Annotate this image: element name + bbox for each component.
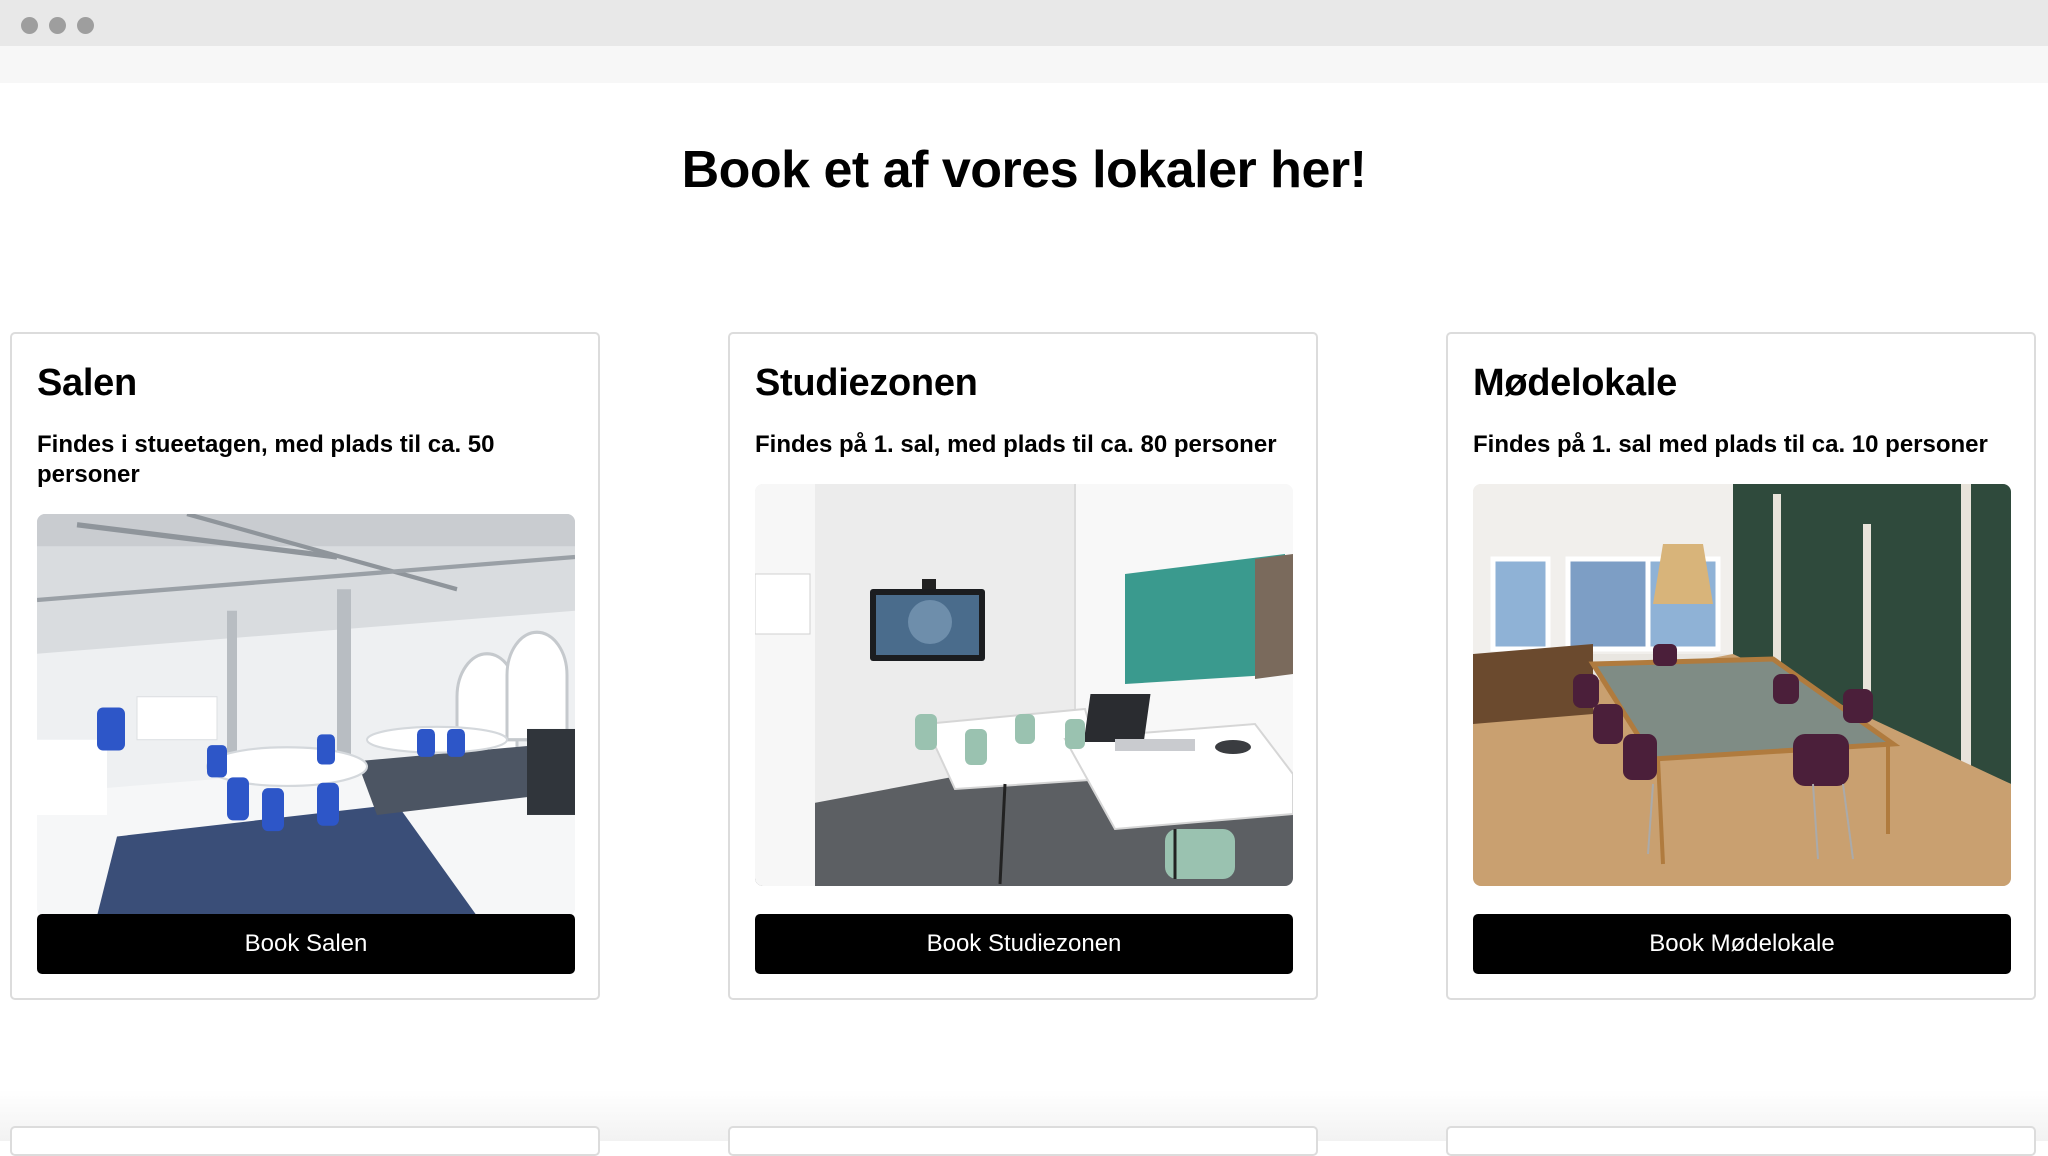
study-room-photo [755,484,1293,886]
close-window-icon[interactable] [21,17,38,34]
book-modelokale-button[interactable]: Book Mødelokale [1473,914,2011,974]
room-card-modelokale: Mødelokale Findes på 1. sal med plads ti… [1446,332,2036,1000]
room-name: Salen [37,362,137,404]
room-card-peek [728,1126,1318,1156]
maximize-window-icon[interactable] [77,17,94,34]
room-card-peek [1446,1126,2036,1156]
room-description: Findes på 1. sal, med plads til ca. 80 p… [755,431,1277,458]
book-salen-button[interactable]: Book Salen [37,914,575,974]
room-card-peek [10,1126,600,1156]
book-studiezonen-button[interactable]: Book Studiezonen [755,914,1293,974]
window-titlebar [0,0,2048,46]
room-description: Findes i stueetagen, med plads til ca. 5… [37,431,495,488]
room-name: Studiezonen [755,362,978,404]
browser-toolbar [0,46,2048,83]
page-title: Book et af vores lokaler her! [681,141,1367,199]
room-card-salen: Salen Findes i stueetagen, med plads til… [10,332,600,1000]
room-description: Findes på 1. sal med plads til ca. 10 pe… [1473,431,1988,458]
event-hall-photo [37,514,575,916]
room-name: Mødelokale [1473,362,1677,404]
room-card-studiezonen: Studiezonen Findes på 1. sal, med plads … [728,332,1318,1000]
meeting-room-photo [1473,484,2011,886]
minimize-window-icon[interactable] [49,17,66,34]
